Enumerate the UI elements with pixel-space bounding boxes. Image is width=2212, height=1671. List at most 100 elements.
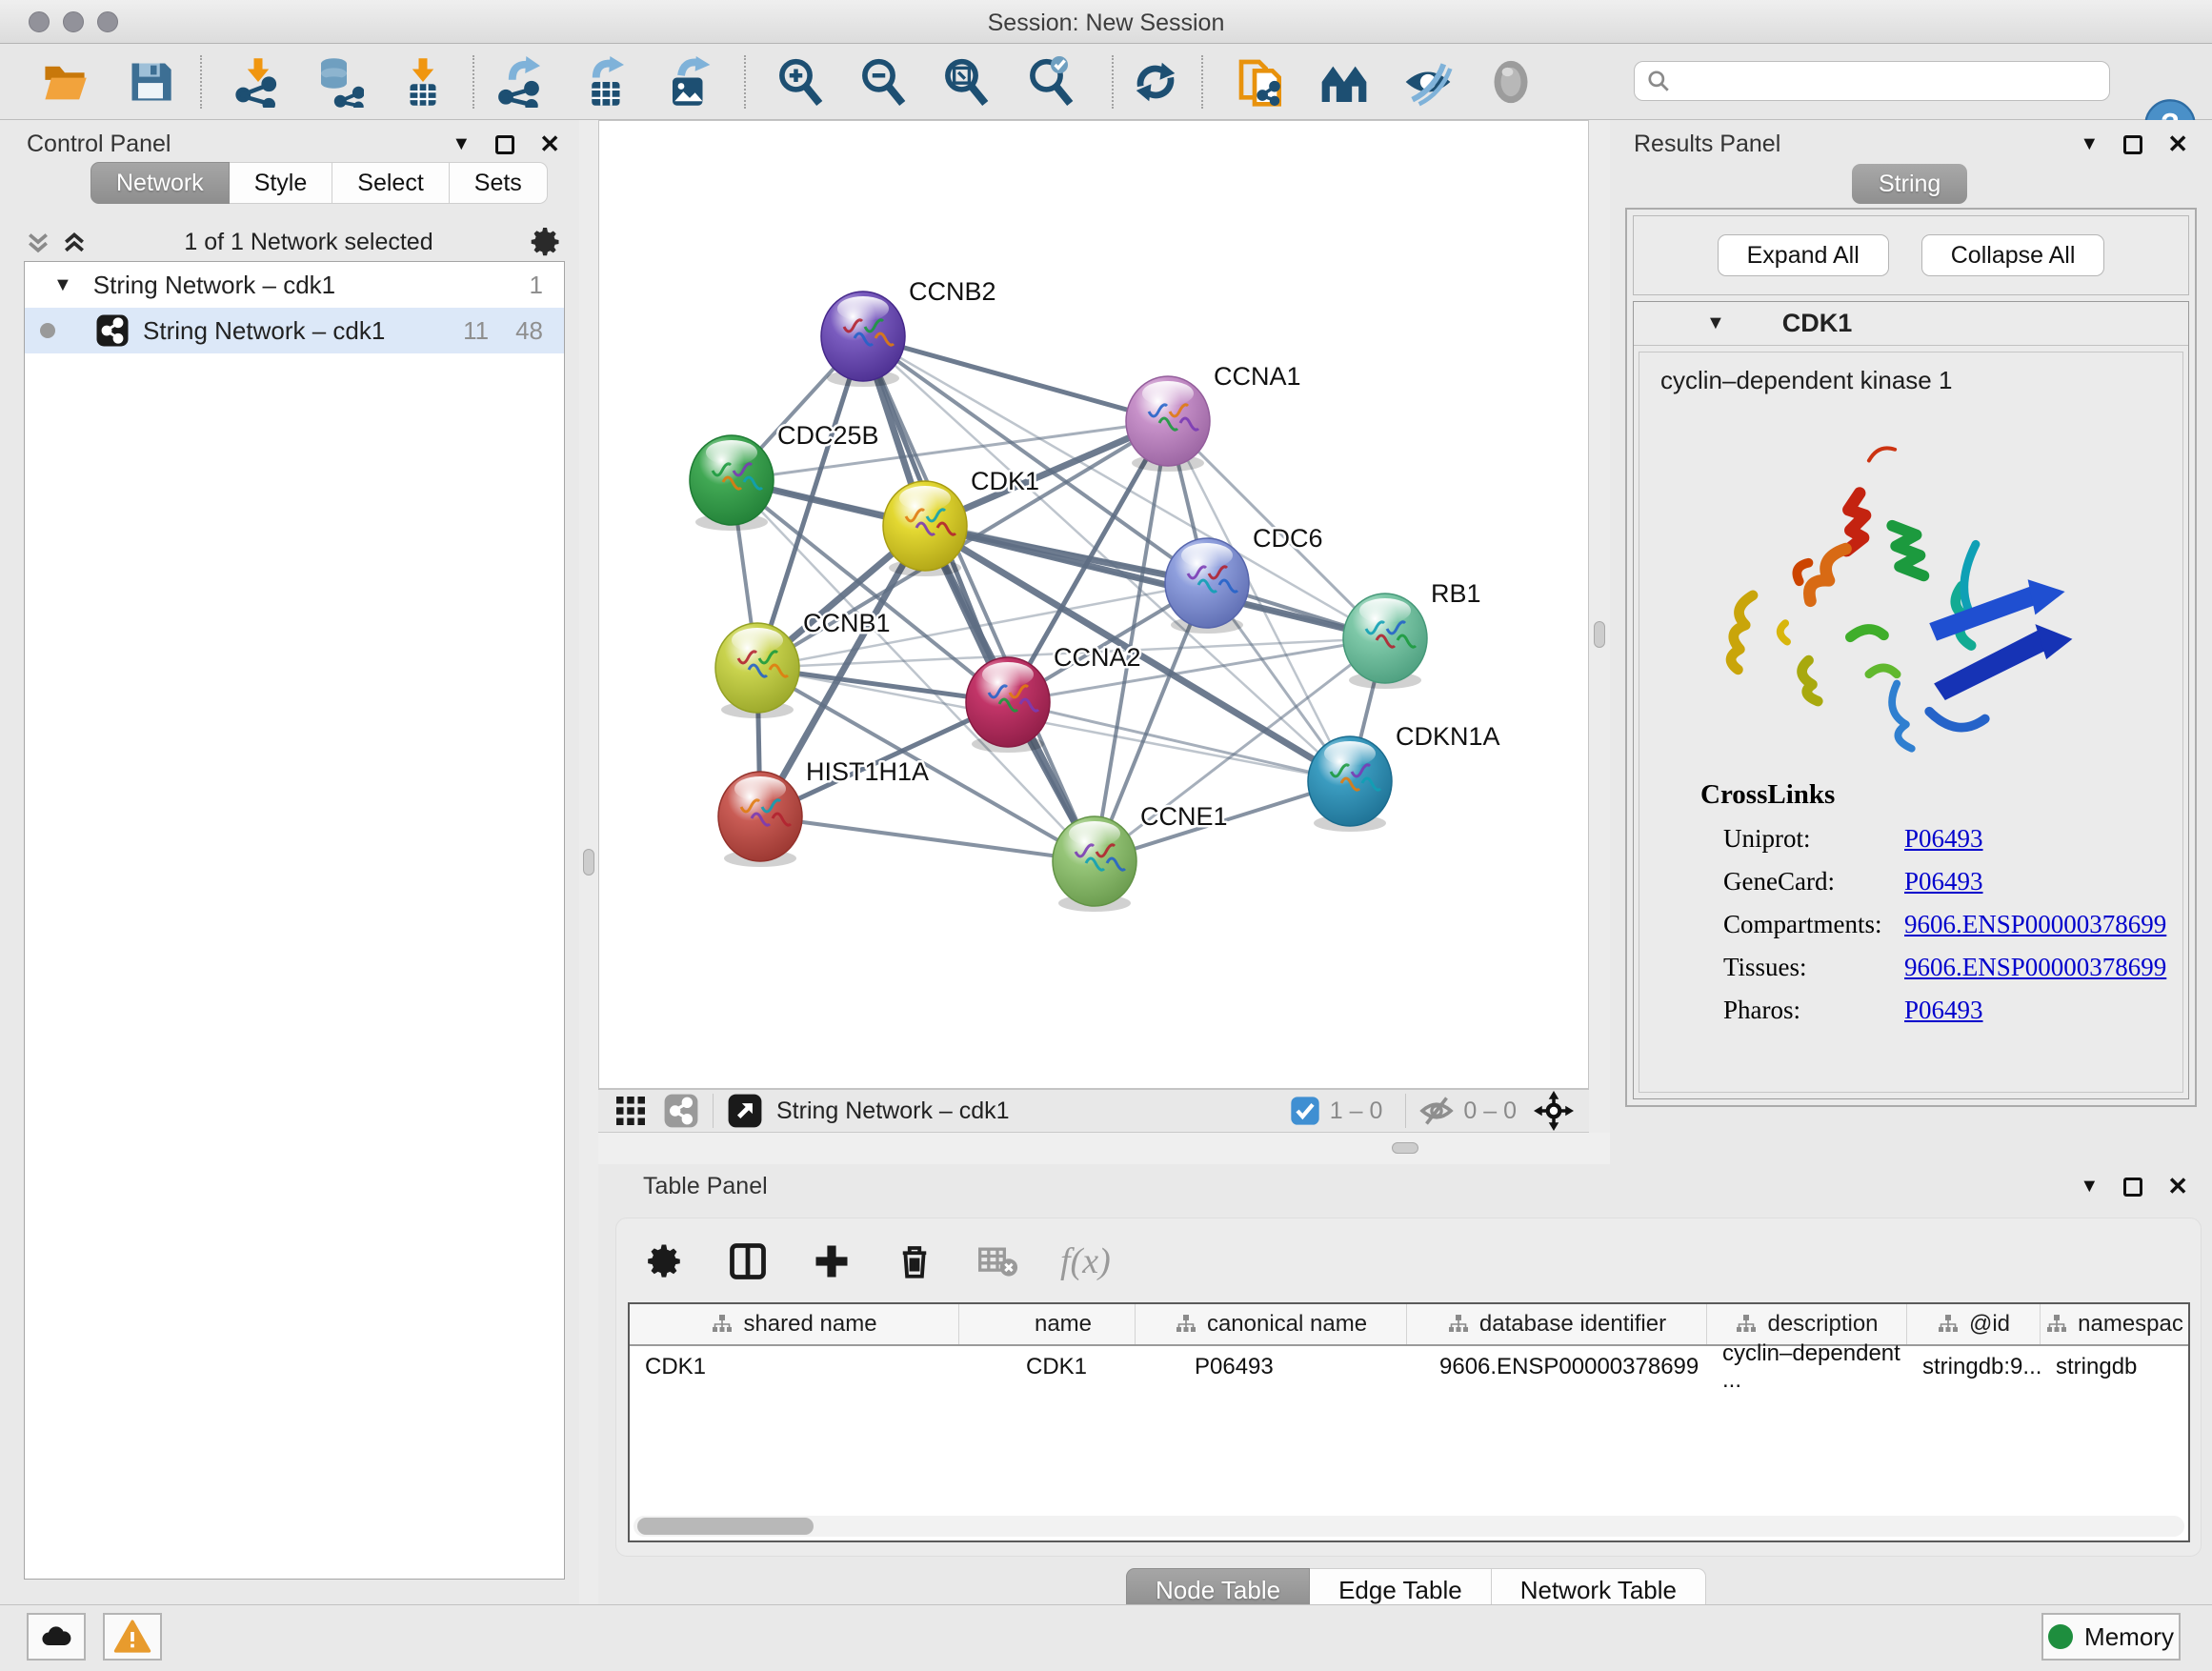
vertical-splitter[interactable] <box>579 120 598 1604</box>
warnings-button[interactable] <box>103 1613 162 1661</box>
import-network-file-button[interactable] <box>230 53 287 111</box>
import-network-database-button[interactable] <box>310 53 367 111</box>
table-row[interactable]: CDK1 CDK1 P06493 9606.ENSP00000378699 cy… <box>630 1346 2188 1388</box>
panel-menu-caret-icon[interactable]: ▼ <box>452 133 471 155</box>
search-input[interactable] <box>1680 68 2098 94</box>
node-label: CDK1 <box>971 467 1039 495</box>
birds-eye-view-icon[interactable] <box>1534 1091 1574 1131</box>
show-all-button[interactable] <box>1482 53 1539 111</box>
node-count: 11 <box>463 316 489 346</box>
splitter-grip[interactable] <box>1392 1142 1418 1154</box>
control-panel: Control Panel ▼ ✕ Network Style Select S… <box>0 120 579 1604</box>
gear-icon[interactable] <box>529 225 563 259</box>
import-table-file-button[interactable] <box>394 53 452 111</box>
hide-selected-button[interactable] <box>1399 53 1457 111</box>
panel-close-icon[interactable]: ✕ <box>539 130 560 159</box>
panel-float-icon[interactable] <box>495 135 514 154</box>
export-table-icon <box>581 56 633 108</box>
network-node-rb1[interactable]: RB1 <box>1343 579 1481 689</box>
clone-network-icon <box>1235 55 1288 109</box>
grid-view-icon[interactable] <box>613 1094 648 1128</box>
export-image-button[interactable] <box>661 53 718 111</box>
tree-expand-caret-icon[interactable]: ▼ <box>53 274 72 296</box>
network-canvas[interactable]: CCNB2CCNA1CDC25BCDK1CDC6RB1CCNB1CCNA2CDK… <box>598 120 1589 1089</box>
crosslink-link[interactable]: 9606.ENSP00000378699 <box>1904 953 2166 982</box>
horizontal-scrollbar[interactable] <box>633 1516 2184 1537</box>
network-edge[interactable] <box>760 816 1095 861</box>
network-node-ccne1[interactable]: CCNE1 <box>1053 802 1228 912</box>
first-neighbors-button[interactable] <box>1316 53 1373 111</box>
crosslinks-section: CrossLinks Uniprot: P06493 GeneCard: P06… <box>1639 779 2182 1025</box>
tab-network[interactable]: Network <box>90 162 230 204</box>
selected-checkbox-icon[interactable] <box>1290 1096 1320 1126</box>
function-builder-icon[interactable]: f(x) <box>1060 1240 1111 1282</box>
tab-string[interactable]: String <box>1852 164 1967 204</box>
collapse-all-icon[interactable] <box>24 228 52 256</box>
panel-menu-caret-icon[interactable]: ▼ <box>2080 1176 2099 1198</box>
section-collapse-caret-icon[interactable]: ▼ <box>1706 312 1725 334</box>
crosslink-link[interactable]: P06493 <box>1904 824 1983 854</box>
cloud-icon <box>39 1620 73 1654</box>
panel-menu-caret-icon[interactable]: ▼ <box>2080 133 2099 155</box>
add-column-icon[interactable] <box>811 1240 853 1282</box>
panel-float-icon[interactable] <box>2123 1178 2142 1197</box>
network-node-hist1h1a[interactable]: HIST1H1A <box>718 757 929 867</box>
gear-icon[interactable] <box>645 1241 685 1281</box>
export-network-button[interactable] <box>494 53 552 111</box>
panel-close-icon[interactable]: ✕ <box>2167 130 2188 159</box>
crosslink-row: Compartments: 9606.ENSP00000378699 <box>1723 910 2182 939</box>
node-table[interactable]: shared name name canonical name database… <box>628 1302 2190 1542</box>
zoom-fit-button[interactable] <box>937 53 995 111</box>
crosslink-link[interactable]: P06493 <box>1904 996 1983 1025</box>
open-session-button[interactable] <box>36 53 93 111</box>
network-node-cdkn1a[interactable]: CDKN1A <box>1308 722 1500 832</box>
network-graph[interactable]: CCNB2CCNA1CDC25BCDK1CDC6RB1CCNB1CCNA2CDK… <box>599 121 1588 1088</box>
clone-network-button[interactable] <box>1233 53 1290 111</box>
save-session-button[interactable] <box>122 53 179 111</box>
panel-float-icon[interactable] <box>2123 135 2142 154</box>
delete-column-icon[interactable] <box>895 1241 935 1281</box>
search-field[interactable] <box>1634 61 2110 101</box>
collapse-all-button[interactable]: Collapse All <box>1921 234 2105 276</box>
scrollbar-thumb[interactable] <box>637 1518 814 1535</box>
expand-all-button[interactable]: Expand All <box>1718 234 1889 276</box>
network-row-selected[interactable]: String Network – cdk1 11 48 <box>25 308 564 353</box>
show-eye-icon <box>1484 55 1538 109</box>
title-bar: Session: New Session <box>0 0 2212 44</box>
string-style-icon[interactable] <box>663 1093 699 1129</box>
export-table-button[interactable] <box>578 53 635 111</box>
zoom-in-button[interactable] <box>772 53 829 111</box>
splitter-grip[interactable] <box>1594 621 1605 648</box>
show-columns-icon[interactable] <box>727 1240 769 1282</box>
cell-description: cyclin–dependent ... <box>1707 1346 1907 1388</box>
refresh-layout-button[interactable] <box>1127 53 1184 111</box>
cloud-status-button[interactable] <box>27 1613 86 1661</box>
expand-all-icon[interactable] <box>60 228 89 256</box>
crosslink-link[interactable]: P06493 <box>1904 867 1983 896</box>
crosslinks-title: CrossLinks <box>1700 779 2182 811</box>
network-collection-row[interactable]: ▼ String Network – cdk1 1 <box>25 262 564 308</box>
network-node-cdc25b[interactable]: CDC25B <box>690 421 879 531</box>
delete-table-icon[interactable] <box>976 1240 1018 1282</box>
open-in-new-icon[interactable] <box>727 1093 763 1129</box>
tab-sets[interactable]: Sets <box>450 162 548 204</box>
zoom-out-button[interactable] <box>855 53 912 111</box>
hidden-eye-slash-icon[interactable] <box>1419 1094 1454 1128</box>
gene-section-header[interactable]: ▼ CDK1 <box>1634 302 2188 346</box>
panel-close-icon[interactable]: ✕ <box>2167 1172 2188 1201</box>
network-node-ccna1[interactable]: CCNA1 <box>1126 362 1301 472</box>
open-folder-icon <box>40 57 90 107</box>
crosslink-link[interactable]: 9606.ENSP00000378699 <box>1904 910 2166 939</box>
zoom-fit-icon <box>940 56 992 108</box>
network-collection-label: String Network – cdk1 <box>93 271 530 300</box>
status-bar: Memory <box>0 1604 2212 1671</box>
vertical-splitter[interactable] <box>1589 120 1610 1133</box>
tab-style[interactable]: Style <box>230 162 333 204</box>
network-edge[interactable] <box>1008 702 1350 781</box>
splitter-grip[interactable] <box>583 849 594 876</box>
memory-button[interactable]: Memory <box>2041 1613 2181 1661</box>
export-image-icon <box>664 56 715 108</box>
application-window: Session: New Session <box>0 0 2212 1671</box>
tab-select[interactable]: Select <box>332 162 449 204</box>
zoom-selected-button[interactable] <box>1022 53 1079 111</box>
